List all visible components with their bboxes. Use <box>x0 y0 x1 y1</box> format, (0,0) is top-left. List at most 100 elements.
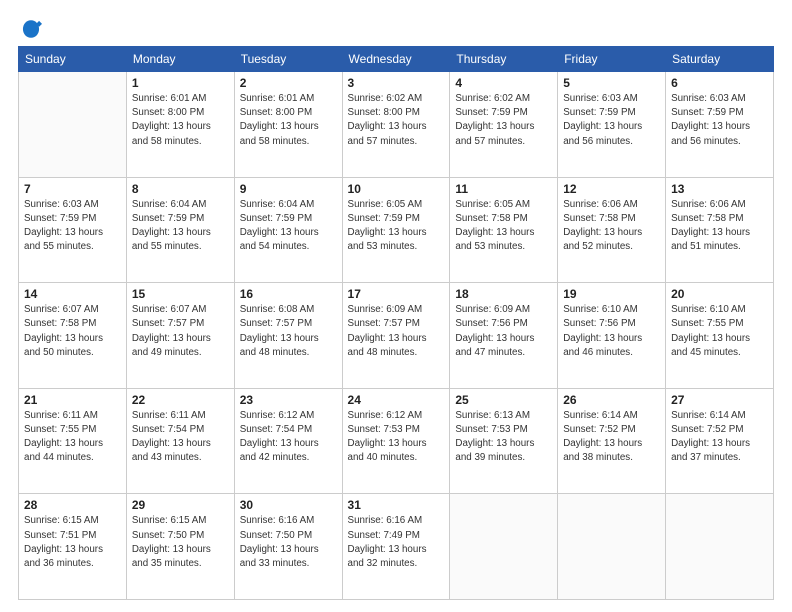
calendar-cell: 23Sunrise: 6:12 AM Sunset: 7:54 PM Dayli… <box>234 388 342 494</box>
day-number: 28 <box>24 498 121 512</box>
day-number: 23 <box>240 393 337 407</box>
day-info: Sunrise: 6:11 AM Sunset: 7:54 PM Dayligh… <box>132 409 229 466</box>
calendar-week-row: 21Sunrise: 6:11 AM Sunset: 7:55 PM Dayli… <box>19 388 774 494</box>
day-info: Sunrise: 6:06 AM Sunset: 7:58 PM Dayligh… <box>671 198 768 255</box>
header <box>18 18 774 38</box>
calendar-cell: 13 Sunrise: 6:06 AM Sunset: 7:58 PM Dayli… <box>666 177 774 283</box>
calendar-cell: 4Sunrise: 6:02 AM Sunset: 7:59 PM Daylig… <box>450 72 558 178</box>
day-number: 27 <box>671 393 768 407</box>
calendar-cell: 25 Sunrise: 6:13 AM Sunset: 7:53 PM Dayli… <box>450 388 558 494</box>
calendar-header-row: SundayMondayTuesdayWednesdayThursdayFrid… <box>19 47 774 72</box>
day-info: Sunrise: 6:08 AM Sunset: 7:57 PM Dayligh… <box>240 303 337 360</box>
calendar-cell: 26 Sunrise: 6:14 AM Sunset: 7:52 PM Dayli… <box>558 388 666 494</box>
calendar-cell: 31 Sunrise: 6:16 AM Sunset: 7:49 PM Dayli… <box>342 494 450 600</box>
weekday-header: Sunday <box>19 47 127 72</box>
day-info: Sunrise: 6:09 AM Sunset: 7:56 PM Dayligh… <box>455 303 552 360</box>
calendar-cell: 30 Sunrise: 6:16 AM Sunset: 7:50 PM Dayli… <box>234 494 342 600</box>
day-info: Sunrise: 6:05 AM Sunset: 7:58 PM Dayligh… <box>455 198 552 255</box>
day-number: 12 <box>563 182 660 196</box>
calendar-cell: 3 Sunrise: 6:02 AM Sunset: 8:00 PM Daylig… <box>342 72 450 178</box>
day-number: 13 <box>671 182 768 196</box>
day-number: 15 <box>132 287 229 301</box>
day-number: 25 <box>455 393 552 407</box>
day-number: 19 <box>563 287 660 301</box>
calendar-cell <box>19 72 127 178</box>
calendar-cell: 18 Sunrise: 6:09 AM Sunset: 7:56 PM Dayli… <box>450 283 558 389</box>
day-info: Sunrise: 6:02 AM Sunset: 7:59 PM Dayligh… <box>455 92 552 149</box>
calendar-cell: 1 Sunrise: 6:01 AM Sunset: 8:00 PM Daylig… <box>126 72 234 178</box>
day-info: Sunrise: 6:13 AM Sunset: 7:53 PM Dayligh… <box>455 409 552 466</box>
calendar-cell: 27 Sunrise: 6:14 AM Sunset: 7:52 PM Dayli… <box>666 388 774 494</box>
calendar-cell: 11 Sunrise: 6:05 AM Sunset: 7:58 PM Dayli… <box>450 177 558 283</box>
day-info: Sunrise: 6:10 AM Sunset: 7:55 PM Dayligh… <box>671 303 768 360</box>
day-number: 9 <box>240 182 337 196</box>
day-info: Sunrise: 6:15 AM Sunset: 7:50 PM Dayligh… <box>132 514 229 571</box>
day-info: Sunrise: 6:07 AM Sunset: 7:58 PM Dayligh… <box>24 303 121 360</box>
day-info: Sunrise: 6:16 AM Sunset: 7:50 PM Dayligh… <box>240 514 337 571</box>
day-info: Sunrise: 6:10 AM Sunset: 7:56 PM Dayligh… <box>563 303 660 360</box>
day-info: Sunrise: 6:03 AM Sunset: 7:59 PM Dayligh… <box>563 92 660 149</box>
day-info: Sunrise: 6:03 AM Sunset: 7:59 PM Dayligh… <box>671 92 768 149</box>
day-number: 8 <box>132 182 229 196</box>
calendar-cell <box>558 494 666 600</box>
weekday-header: Saturday <box>666 47 774 72</box>
day-number: 22 <box>132 393 229 407</box>
calendar-cell: 14Sunrise: 6:07 AM Sunset: 7:58 PM Dayli… <box>19 283 127 389</box>
day-number: 10 <box>348 182 445 196</box>
day-info: Sunrise: 6:03 AM Sunset: 7:59 PM Dayligh… <box>24 198 121 255</box>
calendar-cell: 19 Sunrise: 6:10 AM Sunset: 7:56 PM Dayli… <box>558 283 666 389</box>
day-number: 7 <box>24 182 121 196</box>
weekday-header: Monday <box>126 47 234 72</box>
day-number: 3 <box>348 76 445 90</box>
weekday-header: Thursday <box>450 47 558 72</box>
day-number: 6 <box>671 76 768 90</box>
logo-icon <box>20 18 42 40</box>
calendar-cell: 20 Sunrise: 6:10 AM Sunset: 7:55 PM Dayli… <box>666 283 774 389</box>
day-number: 17 <box>348 287 445 301</box>
day-number: 11 <box>455 182 552 196</box>
logo <box>18 18 42 38</box>
day-info: Sunrise: 6:01 AM Sunset: 8:00 PM Dayligh… <box>132 92 229 149</box>
day-info: Sunrise: 6:15 AM Sunset: 7:51 PM Dayligh… <box>24 514 121 571</box>
calendar-cell: 12 Sunrise: 6:06 AM Sunset: 7:58 PM Dayli… <box>558 177 666 283</box>
day-number: 24 <box>348 393 445 407</box>
day-info: Sunrise: 6:12 AM Sunset: 7:53 PM Dayligh… <box>348 409 445 466</box>
day-info: Sunrise: 6:16 AM Sunset: 7:49 PM Dayligh… <box>348 514 445 571</box>
calendar-cell: 16 Sunrise: 6:08 AM Sunset: 7:57 PM Dayli… <box>234 283 342 389</box>
calendar-cell <box>450 494 558 600</box>
day-info: Sunrise: 6:02 AM Sunset: 8:00 PM Dayligh… <box>348 92 445 149</box>
calendar-cell: 2Sunrise: 6:01 AM Sunset: 8:00 PM Daylig… <box>234 72 342 178</box>
calendar-table: SundayMondayTuesdayWednesdayThursdayFrid… <box>18 46 774 600</box>
day-number: 18 <box>455 287 552 301</box>
day-number: 26 <box>563 393 660 407</box>
day-number: 30 <box>240 498 337 512</box>
day-info: Sunrise: 6:14 AM Sunset: 7:52 PM Dayligh… <box>563 409 660 466</box>
calendar-cell: 7 Sunrise: 6:03 AM Sunset: 7:59 PM Daylig… <box>19 177 127 283</box>
calendar-week-row: 7 Sunrise: 6:03 AM Sunset: 7:59 PM Daylig… <box>19 177 774 283</box>
day-info: Sunrise: 6:04 AM Sunset: 7:59 PM Dayligh… <box>240 198 337 255</box>
calendar-week-row: 1 Sunrise: 6:01 AM Sunset: 8:00 PM Daylig… <box>19 72 774 178</box>
calendar-cell: 9 Sunrise: 6:04 AM Sunset: 7:59 PM Daylig… <box>234 177 342 283</box>
page: SundayMondayTuesdayWednesdayThursdayFrid… <box>0 0 792 612</box>
calendar-cell <box>666 494 774 600</box>
day-number: 31 <box>348 498 445 512</box>
day-info: Sunrise: 6:05 AM Sunset: 7:59 PM Dayligh… <box>348 198 445 255</box>
day-info: Sunrise: 6:06 AM Sunset: 7:58 PM Dayligh… <box>563 198 660 255</box>
day-info: Sunrise: 6:14 AM Sunset: 7:52 PM Dayligh… <box>671 409 768 466</box>
day-info: Sunrise: 6:11 AM Sunset: 7:55 PM Dayligh… <box>24 409 121 466</box>
calendar-cell: 8Sunrise: 6:04 AM Sunset: 7:59 PM Daylig… <box>126 177 234 283</box>
calendar-cell: 10 Sunrise: 6:05 AM Sunset: 7:59 PM Dayli… <box>342 177 450 283</box>
day-number: 29 <box>132 498 229 512</box>
day-number: 2 <box>240 76 337 90</box>
calendar-cell: 15Sunrise: 6:07 AM Sunset: 7:57 PM Dayli… <box>126 283 234 389</box>
weekday-header: Friday <box>558 47 666 72</box>
calendar-cell: 29 Sunrise: 6:15 AM Sunset: 7:50 PM Dayli… <box>126 494 234 600</box>
weekday-header: Wednesday <box>342 47 450 72</box>
day-number: 1 <box>132 76 229 90</box>
calendar-cell: 17Sunrise: 6:09 AM Sunset: 7:57 PM Dayli… <box>342 283 450 389</box>
calendar-cell: 28 Sunrise: 6:15 AM Sunset: 7:51 PM Dayli… <box>19 494 127 600</box>
day-number: 16 <box>240 287 337 301</box>
day-number: 20 <box>671 287 768 301</box>
calendar-cell: 22 Sunrise: 6:11 AM Sunset: 7:54 PM Dayli… <box>126 388 234 494</box>
calendar-cell: 24 Sunrise: 6:12 AM Sunset: 7:53 PM Dayli… <box>342 388 450 494</box>
